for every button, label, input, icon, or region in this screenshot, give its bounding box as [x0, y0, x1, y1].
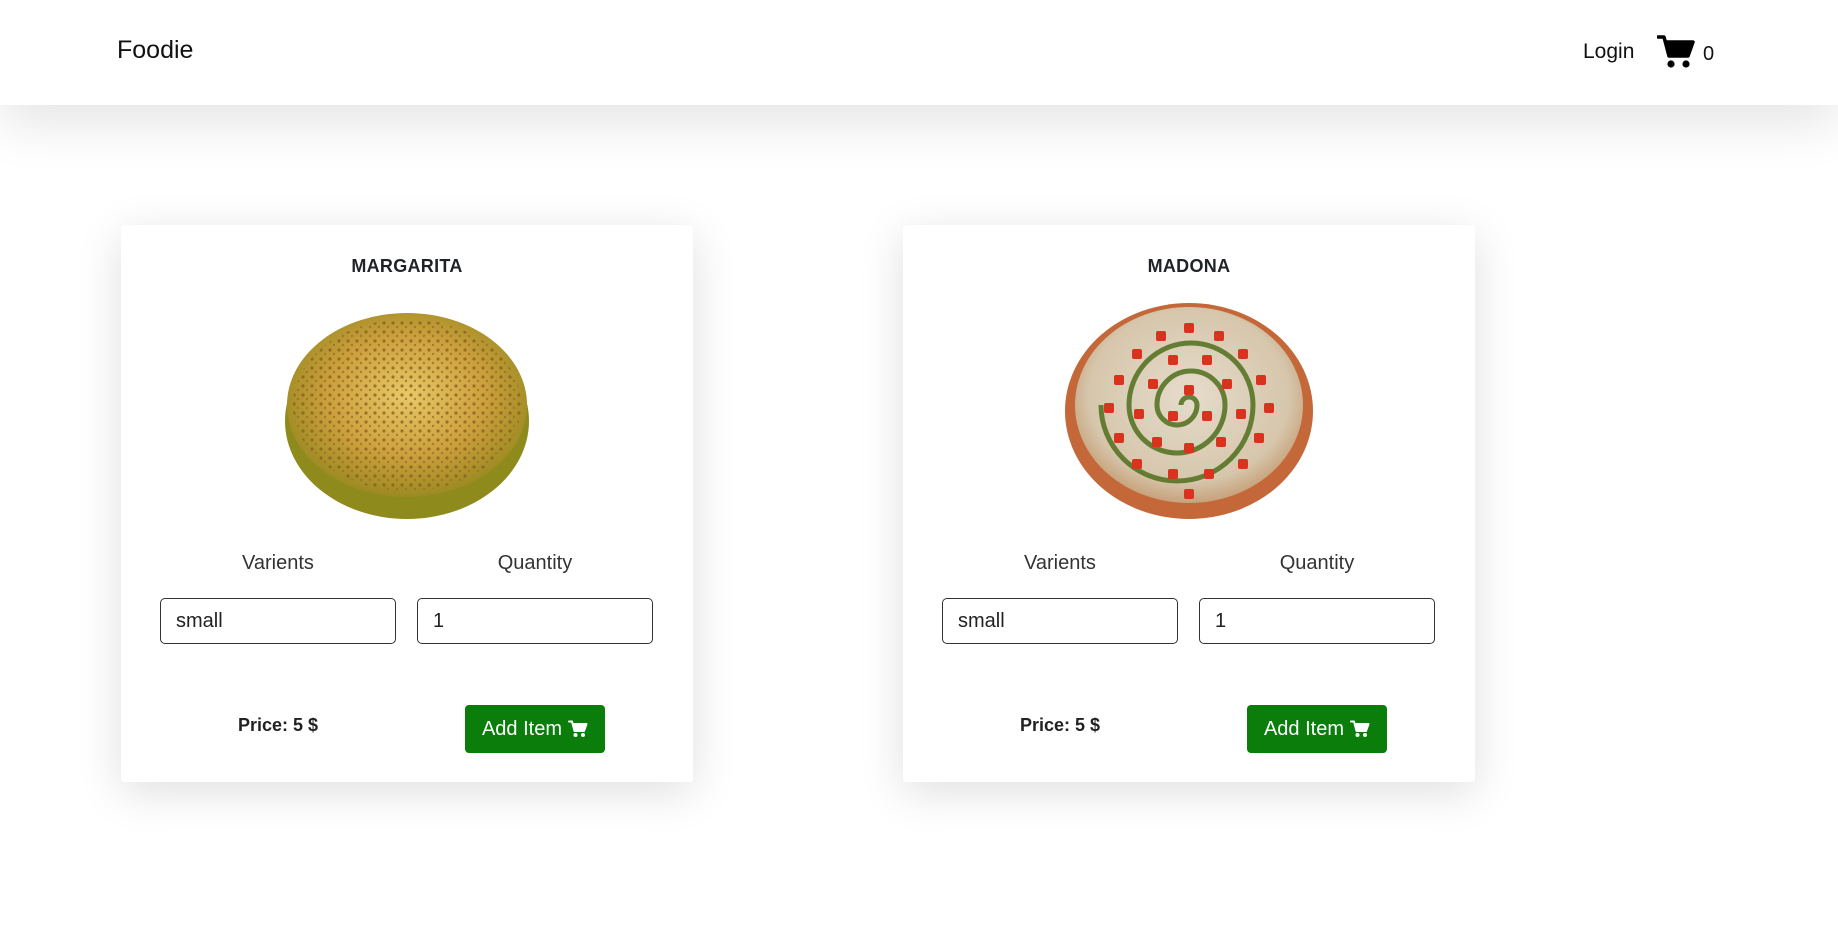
product-card-margarita: MARGARITA Varients Quantity small 1 Pric…	[121, 225, 693, 782]
shopping-cart-icon	[568, 720, 588, 738]
cart-count: 0	[1703, 43, 1715, 65]
cart-button[interactable]: 0	[1656, 34, 1715, 75]
brand-logo[interactable]: Foodie	[117, 36, 193, 65]
add-item-label: Add Item	[1263, 717, 1345, 740]
price-text: Price: 5 $	[237, 715, 319, 735]
pizza-margarita-image	[282, 293, 532, 523]
price-text: Price: 5 $	[1019, 715, 1101, 735]
variant-select[interactable]: small	[942, 598, 1178, 644]
navbar: Foodie Login 0	[0, 0, 1838, 105]
pizza-madona-image	[1064, 293, 1314, 523]
quantity-label: Quantity	[1279, 552, 1355, 574]
variants-label: Varients	[242, 552, 314, 574]
product-title: MARGARITA	[351, 256, 463, 276]
product-title: MADONA	[1147, 256, 1231, 276]
variants-label: Varients	[1024, 552, 1096, 574]
quantity-select[interactable]: 1	[417, 598, 653, 644]
login-link[interactable]: Login	[1583, 40, 1634, 64]
quantity-select[interactable]: 1	[1199, 598, 1435, 644]
quantity-label: Quantity	[497, 552, 573, 574]
variant-select[interactable]: small	[160, 598, 396, 644]
product-card-madona: MADONA Varients Quantity small 1 Price: …	[903, 225, 1475, 782]
shopping-cart-icon	[1656, 34, 1695, 75]
add-item-label: Add Item	[481, 717, 563, 740]
add-item-button[interactable]: Add Item	[465, 705, 605, 753]
add-item-button[interactable]: Add Item	[1247, 705, 1387, 753]
shopping-cart-icon	[1350, 720, 1370, 738]
